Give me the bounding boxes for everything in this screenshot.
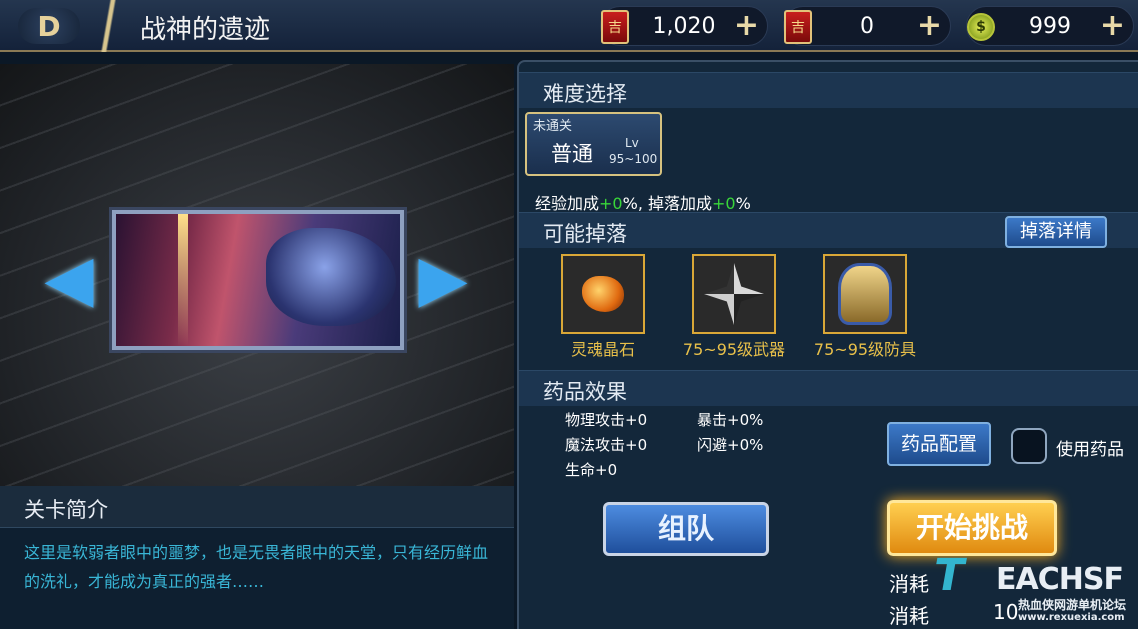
difficulty-section-header: 难度选择 bbox=[519, 72, 1138, 108]
bonus-percent-1: %, bbox=[622, 194, 648, 213]
currency-book: 吉 0 + bbox=[783, 6, 951, 46]
potion-stats-left: 物理攻击+0 魔法攻击+0 生命+0 bbox=[565, 408, 647, 483]
currency-locked-book: 吉 1,020 + bbox=[600, 6, 768, 46]
prev-stage-arrow-icon[interactable]: ◀ bbox=[40, 238, 98, 320]
add-currency-button[interactable]: + bbox=[734, 10, 759, 42]
cost-label-2: 消耗 bbox=[889, 604, 929, 628]
drop-item[interactable]: 75~95级武器 bbox=[683, 254, 785, 360]
armor-icon bbox=[823, 254, 907, 334]
level-label: Lv bbox=[625, 136, 639, 150]
drop-bonus-label: 掉落加成 bbox=[647, 194, 712, 213]
level-range: 95~100 bbox=[609, 152, 658, 166]
back-arrow-icon[interactable]: D bbox=[18, 8, 80, 44]
gold-coin-icon: $ bbox=[961, 5, 1001, 49]
currency-value: 1,020 bbox=[652, 14, 716, 39]
potion-stats-right: 暴击+0% 闪避+0% bbox=[697, 408, 763, 458]
top-bar: D 战神的遗迹 吉 1,020 + 吉 0 + $ 999 + bbox=[0, 0, 1138, 52]
difficulty-name: 普通 bbox=[551, 142, 593, 166]
potions-section-title: 药品效果 bbox=[543, 380, 627, 404]
watermark-forum: 热血侠网游单机论坛 bbox=[1018, 598, 1127, 612]
use-potion-label: 使用药品 bbox=[1056, 440, 1124, 460]
dodge-stat: 闪避+0% bbox=[697, 436, 764, 454]
add-currency-button[interactable]: + bbox=[917, 10, 942, 42]
potions-section-header: 药品效果 bbox=[519, 370, 1138, 406]
intro-title: 关卡简介 bbox=[24, 498, 108, 522]
hp-stat: 生命+0 bbox=[565, 461, 618, 479]
boss-illustration bbox=[266, 228, 396, 326]
drop-item-label: 灵魂晶石 bbox=[570, 340, 635, 359]
currency-value: 999 bbox=[1029, 14, 1071, 39]
crit-stat: 暴击+0% bbox=[697, 411, 764, 429]
difficulty-section-title: 难度选择 bbox=[543, 82, 627, 106]
magic-attack-stat: 魔法攻击+0 bbox=[565, 436, 648, 454]
watermark: T EACHSF 热血侠网游单机论坛 www.rexuexia.com bbox=[930, 540, 1138, 629]
bonus-percent-2: % bbox=[735, 194, 751, 213]
intro-header: 关卡简介 bbox=[0, 486, 514, 528]
light-beam-decoration bbox=[178, 214, 188, 346]
physical-attack-stat: 物理攻击+0 bbox=[565, 411, 648, 429]
watermark-logo: T bbox=[929, 550, 969, 601]
red-book-icon: 吉 bbox=[778, 5, 818, 49]
drop-bonus-value: +0 bbox=[712, 194, 736, 213]
potion-config-button[interactable]: 药品配置 bbox=[887, 422, 991, 466]
cost-label-1: 消耗 bbox=[889, 572, 929, 596]
exp-bonus-label: 经验加成 bbox=[535, 194, 600, 213]
difficulty-status: 未通关 bbox=[533, 119, 573, 134]
intro-text: 这里是软弱者眼中的噩梦，也是无畏者眼中的天堂，只有经历鲜血的洗礼，才能成为真正的… bbox=[0, 528, 514, 629]
exp-bonus-value: +0 bbox=[599, 194, 623, 213]
currency-value: 0 bbox=[860, 14, 874, 39]
stage-preview-image bbox=[112, 210, 404, 350]
watermark-url: www.rexuexia.com bbox=[1018, 612, 1125, 623]
title-divider bbox=[94, 0, 124, 52]
drop-details-button[interactable]: 掉落详情 bbox=[1005, 216, 1107, 248]
drop-item-label: 75~95级武器 bbox=[682, 340, 786, 359]
use-potion-checkbox[interactable] bbox=[1011, 428, 1047, 464]
team-button[interactable]: 组队 bbox=[603, 502, 769, 556]
drop-item-label: 75~95级防具 bbox=[813, 340, 917, 359]
watermark-brand: EACHSF bbox=[996, 562, 1124, 597]
drops-section-title: 可能掉落 bbox=[543, 222, 627, 246]
page-title: 战神的遗迹 bbox=[140, 15, 271, 45]
drop-item[interactable]: 灵魂晶石 bbox=[561, 254, 645, 360]
soul-crystal-icon bbox=[561, 254, 645, 334]
currency-coin: $ 999 + bbox=[966, 6, 1134, 46]
difficulty-card-normal[interactable]: 未通关 普通 Lv 95~100 bbox=[525, 112, 662, 176]
weapon-icon bbox=[692, 254, 776, 334]
bonus-line: 经验加成+0%, 掉落加成+0% bbox=[535, 190, 751, 214]
next-stage-arrow-icon[interactable]: ▶ bbox=[414, 238, 472, 320]
locked-red-book-icon: 吉 bbox=[595, 5, 635, 49]
add-currency-button[interactable]: + bbox=[1100, 10, 1125, 42]
drop-item[interactable]: 75~95级防具 bbox=[814, 254, 916, 360]
